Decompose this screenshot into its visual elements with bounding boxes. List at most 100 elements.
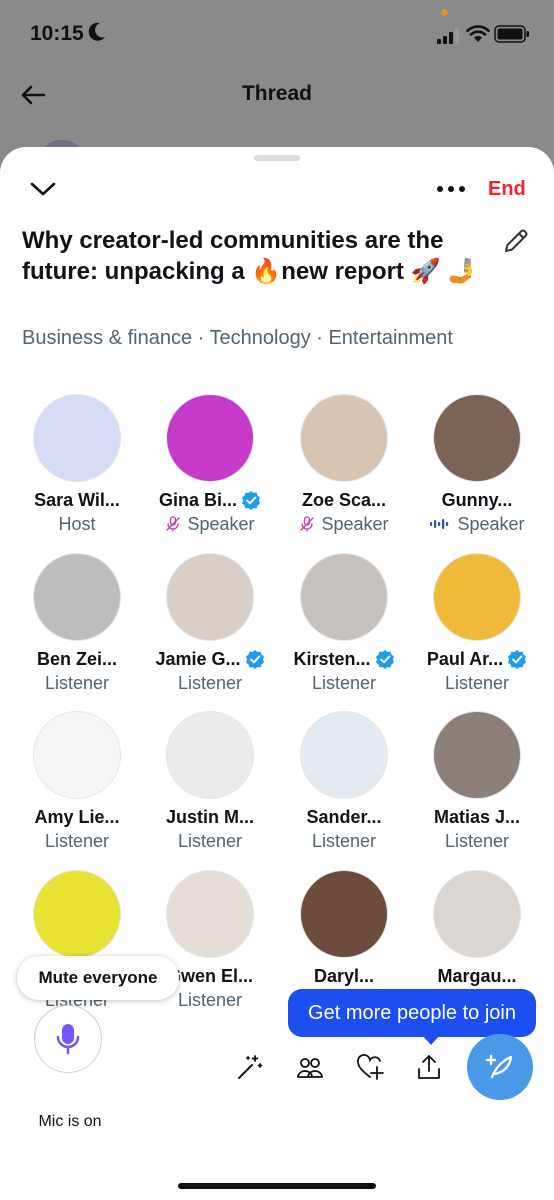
participant-name: Kirsten...	[278, 647, 410, 671]
avatar	[433, 394, 521, 482]
participant-name-text: Daryl...	[313, 965, 375, 986]
participant-name-text: Justin M...	[165, 806, 254, 827]
magic-wand-icon[interactable]	[235, 1052, 265, 1082]
avatar	[33, 553, 121, 641]
thread-header: Thread	[0, 64, 554, 130]
participant-name-text: Sara Wil...	[34, 489, 120, 510]
sheet-grabber[interactable]	[254, 155, 300, 161]
participant-name-text: Jamie G...	[155, 648, 241, 669]
participant-role: Speaker	[411, 512, 543, 536]
participant-tile[interactable]: Sara Wil... Host	[11, 394, 143, 536]
people-icon[interactable]	[295, 1052, 325, 1082]
participant-name: Paul Ar...	[411, 647, 543, 671]
participant-role-text: Speaker	[187, 513, 255, 534]
participant-role-text: Host	[58, 513, 96, 534]
participant-tile[interactable]: Sander... Listener	[278, 711, 410, 853]
participant-tile[interactable]: Gunny... Speaker	[411, 394, 543, 536]
participant-role: Listener	[411, 671, 543, 695]
participant-role-text: Listener	[177, 672, 243, 693]
participant-tile[interactable]: Gina Bi... Speaker	[144, 394, 276, 536]
participant-name-text: Gunny...	[441, 489, 513, 510]
mic-off-icon	[300, 516, 315, 532]
participant-role: Speaker	[278, 512, 410, 536]
participant-name: Ben Zei...	[11, 647, 143, 671]
participant-role-text: Speaker	[457, 513, 525, 534]
participant-name: Daryl...	[278, 964, 410, 988]
pencil-icon[interactable]	[500, 225, 532, 257]
participant-role: Listener	[278, 829, 410, 853]
avatar	[433, 711, 521, 799]
page-title: Thread	[241, 82, 312, 105]
participant-name: Matias J...	[411, 805, 543, 829]
participant-name: Sander...	[278, 805, 410, 829]
end-space-button[interactable]: End	[488, 178, 526, 201]
home-indicator[interactable]	[178, 1183, 376, 1189]
participant-role: Listener	[11, 671, 143, 695]
chevron-down-icon[interactable]	[28, 177, 58, 201]
avatar	[33, 711, 121, 799]
participant-name: Sara Wil...	[11, 488, 143, 512]
participant-role: Listener	[144, 671, 276, 695]
participant-name-text: Sander...	[306, 806, 382, 827]
mute-everyone-button[interactable]: Mute everyone	[17, 956, 179, 1000]
participant-tile[interactable]: Paul Ar... Listener	[411, 553, 543, 695]
participant-name: Amy Lie...	[11, 805, 143, 829]
mic-button[interactable]	[34, 1005, 102, 1073]
verified-badge-icon	[245, 650, 264, 669]
space-title: Why creator-led communities are the futu…	[22, 227, 478, 285]
participant-name-text: Paul Ar...	[426, 648, 504, 669]
participant-tile[interactable]: Ben Zei... Listener	[11, 553, 143, 695]
mic-off-icon	[166, 516, 181, 532]
participant-tile[interactable]: Matias J... Listener	[411, 711, 543, 853]
participant-role-text: Listener	[444, 830, 510, 851]
tooltip-arrow	[422, 1035, 440, 1045]
avatar	[300, 711, 388, 799]
participant-name-text: Zoe Sca...	[301, 489, 387, 510]
heart-plus-icon[interactable]	[355, 1052, 385, 1082]
participant-name: Margau...	[411, 964, 543, 988]
compose-button[interactable]	[467, 1034, 533, 1100]
mic-status-label: Mic is on	[38, 1113, 102, 1130]
avatar	[166, 711, 254, 799]
status-time: 10:15	[30, 22, 84, 45]
space-sheet: End Why creator-led communities are the …	[0, 147, 554, 1200]
participant-name: Gunny...	[411, 488, 543, 512]
participant-name: Gina Bi...	[144, 488, 276, 512]
participant-role: Listener	[411, 829, 543, 853]
more-options-icon[interactable]	[437, 177, 465, 201]
participant-role-text: Listener	[177, 830, 243, 851]
avatar	[33, 394, 121, 482]
feather-plus-icon	[485, 1054, 513, 1079]
participant-name: Zoe Sca...	[278, 488, 410, 512]
participant-name: Jamie G...	[144, 647, 276, 671]
participant-tile[interactable]: Amy Lie... Listener	[11, 711, 143, 853]
get-more-people-tooltip[interactable]: Get more people to join	[288, 989, 536, 1037]
status-bar: 10:15	[0, 0, 554, 64]
participant-tile[interactable]: Kirsten... Listener	[278, 553, 410, 695]
battery-icon	[494, 25, 529, 43]
participant-tile[interactable]: Jamie G... Listener	[144, 553, 276, 695]
participant-role-text: Speaker	[321, 513, 389, 534]
participant-name-text: Amy Lie...	[34, 806, 120, 827]
verified-badge-icon	[242, 491, 260, 510]
participant-role-text: Listener	[311, 672, 377, 693]
participant-role: Speaker	[144, 512, 276, 536]
participant-role-text: Listener	[311, 830, 377, 851]
participant-name: Justin M...	[144, 805, 276, 829]
participant-role-text: Listener	[44, 830, 110, 851]
avatar	[300, 553, 388, 641]
avatar	[300, 870, 388, 958]
wifi-icon	[466, 25, 490, 42]
avatar	[433, 553, 521, 641]
share-icon[interactable]	[414, 1052, 444, 1082]
space-topics: Business & finance · Technology · Entert…	[22, 327, 453, 349]
participant-name-text: Ben Zei...	[36, 648, 117, 669]
participant-name-text: Gina Bi...	[158, 489, 237, 510]
participant-name-text: Kirsten...	[293, 648, 371, 669]
participant-role: Listener	[144, 829, 276, 853]
avatar	[300, 394, 388, 482]
participant-tile[interactable]: Justin M... Listener	[144, 711, 276, 853]
participant-role: Host	[11, 512, 143, 536]
avatar	[166, 394, 254, 482]
participant-tile[interactable]: Zoe Sca... Speaker	[278, 394, 410, 536]
